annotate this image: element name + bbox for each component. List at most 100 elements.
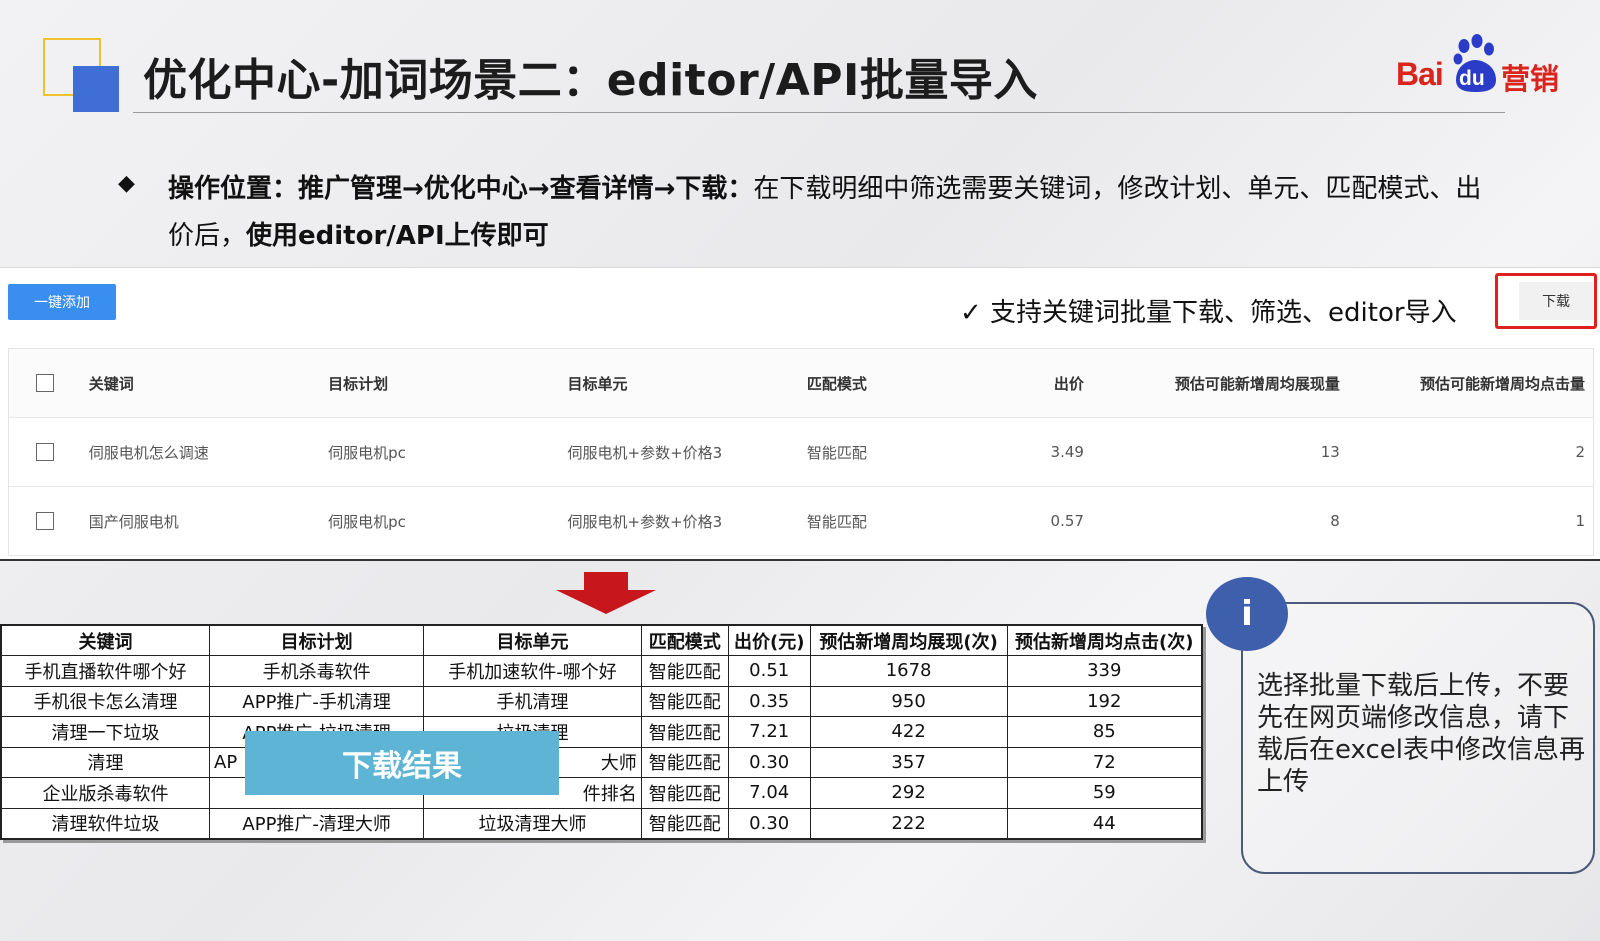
one-click-add-button[interactable]: 一键添加 <box>8 284 116 320</box>
info-icon: i <box>1206 577 1288 651</box>
result-cell: 0.30 <box>727 746 811 778</box>
result-cell: 手机直播软件哪个好 <box>0 655 211 687</box>
table-row[interactable]: 国产伺服电机 伺服电机pc 伺服电机+参数+价格3 智能匹配 0.57 8 1 <box>8 486 1594 556</box>
result-cell: 手机加速软件-哪个好 <box>423 655 642 687</box>
download-result-table: 关键词 目标计划 目标单元 匹配模式 出价(元) 预估新增周均展现(次) 预估新… <box>0 624 1203 840</box>
instruction-path: 操作位置：推广管理→优化中心→查看详情→下载： <box>168 174 754 204</box>
result-cell: 7.21 <box>727 716 811 748</box>
result-cell: 85 <box>1006 716 1203 748</box>
table-cell: 8 <box>1091 486 1348 556</box>
title-divider <box>133 112 1505 113</box>
result-cell: APP推广-手机清理 <box>209 685 425 717</box>
col-header: 预估可能新增周均展现量 <box>1091 348 1348 418</box>
result-cell: 7.04 <box>727 777 811 809</box>
result-col-header: 匹配模式 <box>640 624 729 656</box>
result-cell: 企业版杀毒软件 <box>0 777 211 809</box>
table-cell: 2 <box>1347 417 1594 487</box>
support-note: ✓ 支持关键词批量下载、筛选、editor导入 <box>960 298 1457 328</box>
keyword-download-panel: 一键添加 ✓ 支持关键词批量下载、筛选、editor导入 下载 关键词 目标计划… <box>0 267 1600 561</box>
table-row[interactable]: 伺服电机怎么调速 伺服电机pc 伺服电机+参数+价格3 智能匹配 3.49 13… <box>8 417 1594 487</box>
result-cell: 智能匹配 <box>640 716 729 748</box>
result-cell: 手机清理 <box>423 685 642 717</box>
result-cell: 智能匹配 <box>640 807 729 839</box>
col-header: 匹配模式 <box>798 348 1006 418</box>
result-row: 手机直播软件哪个好 手机杀毒软件 手机加速软件-哪个好 智能匹配 0.51 16… <box>0 655 1203 687</box>
logo-bai-text: Bai <box>1396 56 1444 92</box>
result-col-header: 目标计划 <box>209 624 425 656</box>
row-select-cell <box>8 486 81 556</box>
result-cell: 手机杀毒软件 <box>209 655 425 687</box>
instruction-tail: 使用editor/API上传即可 <box>246 221 549 251</box>
col-header: 关键词 <box>80 348 321 418</box>
result-cell: 0.35 <box>727 685 811 717</box>
download-button[interactable]: 下载 <box>1519 282 1593 320</box>
result-cell: 72 <box>1006 746 1203 778</box>
table-cell: 智能匹配 <box>798 417 1006 487</box>
logo-brand-suffix: 营销 <box>1501 62 1560 96</box>
result-cell: APP推广-清理大师 <box>209 807 425 839</box>
baidu-marketing-logo: Bai du 营销 <box>1396 32 1564 98</box>
result-cell: 422 <box>809 716 1008 748</box>
row-select-cell <box>8 417 81 487</box>
result-cell: 357 <box>809 746 1008 778</box>
result-row: 清理 AP 大师 智能匹配 0.30 357 72 <box>0 746 1203 778</box>
diamond-bullet-icon: ◆ <box>118 171 135 196</box>
result-cell: 智能匹配 <box>640 746 729 778</box>
table-cell: 伺服电机pc <box>320 486 560 556</box>
table-cell: 伺服电机+参数+价格3 <box>559 417 799 487</box>
logo-du-text: du <box>1459 67 1485 90</box>
row-checkbox[interactable] <box>35 443 54 462</box>
result-col-header: 预估新增周均点击(次) <box>1006 624 1203 656</box>
table-cell: 3.49 <box>1005 417 1092 487</box>
download-result-label: 下载结果 <box>245 731 559 795</box>
result-col-header: 关键词 <box>0 624 211 656</box>
result-cell: 950 <box>809 685 1008 717</box>
info-text: 选择批量下载后上传，不要先在网页端修改信息，请下载后在excel表中修改信息再上… <box>1257 671 1585 797</box>
select-all-checkbox[interactable] <box>35 374 54 393</box>
table-cell: 伺服电机怎么调速 <box>80 417 321 487</box>
result-cell: 清理 <box>0 746 211 778</box>
result-col-header: 目标单元 <box>423 624 642 656</box>
col-header: 目标单元 <box>559 348 799 418</box>
result-cell: 垃圾清理大师 <box>423 807 642 839</box>
result-cell: 手机很卡怎么清理 <box>0 685 211 717</box>
table-cell: 1 <box>1347 486 1594 556</box>
table-cell: 智能匹配 <box>798 486 1006 556</box>
result-cell: 192 <box>1006 685 1203 717</box>
result-cell: 222 <box>809 807 1008 839</box>
result-cell: 智能匹配 <box>640 777 729 809</box>
result-cell: 智能匹配 <box>640 685 729 717</box>
result-row: 手机很卡怎么清理 APP推广-手机清理 手机清理 智能匹配 0.35 950 1… <box>0 685 1203 717</box>
result-col-header: 预估新增周均展现(次) <box>809 624 1008 656</box>
table-cell: 13 <box>1091 417 1348 487</box>
result-cell: 0.30 <box>727 807 811 839</box>
result-cell: 292 <box>809 777 1008 809</box>
result-cell: 清理一下垃圾 <box>0 716 211 748</box>
result-row: 企业版杀毒软件 件排名 智能匹配 7.04 292 59 <box>0 777 1203 809</box>
table-cell: 伺服电机pc <box>320 417 560 487</box>
result-cell: 1678 <box>809 655 1008 687</box>
result-row: 清理软件垃圾 APP推广-清理大师 垃圾清理大师 智能匹配 0.30 222 4… <box>0 807 1203 839</box>
row-checkbox[interactable] <box>35 512 54 531</box>
page-title: 优化中心-加词场景二：editor/API批量导入 <box>143 55 1038 106</box>
instruction-text: 操作位置：推广管理→优化中心→查看详情→下载：在下载明细中筛选需要关键词，修改计… <box>168 166 1488 260</box>
result-col-header: 出价(元) <box>727 624 811 656</box>
decor-blue-square <box>73 66 119 112</box>
col-header: 出价 <box>1005 348 1092 418</box>
table-cell: 0.57 <box>1005 486 1092 556</box>
arrow-down-icon <box>556 572 656 614</box>
table-cell: 伺服电机+参数+价格3 <box>559 486 799 556</box>
keyword-table: 关键词 目标计划 目标单元 匹配模式 出价 预估可能新增周均展现量 预估可能新增… <box>8 348 1594 556</box>
result-cell: 339 <box>1006 655 1203 687</box>
result-cell: 0.51 <box>727 655 811 687</box>
result-cell: 59 <box>1006 777 1203 809</box>
table-header-row: 关键词 目标计划 目标单元 匹配模式 出价 预估可能新增周均展现量 预估可能新增… <box>8 348 1594 418</box>
result-cell: 44 <box>1006 807 1203 839</box>
result-row: 清理一下垃圾 APP推广-垃圾清理 垃圾清理 智能匹配 7.21 422 85 <box>0 716 1203 748</box>
select-all-cell <box>8 348 81 418</box>
col-header: 预估可能新增周均点击量 <box>1347 348 1594 418</box>
result-cell: 智能匹配 <box>640 655 729 687</box>
col-header: 目标计划 <box>320 348 560 418</box>
result-cell: 清理软件垃圾 <box>0 807 211 839</box>
table-cell: 国产伺服电机 <box>80 486 321 556</box>
